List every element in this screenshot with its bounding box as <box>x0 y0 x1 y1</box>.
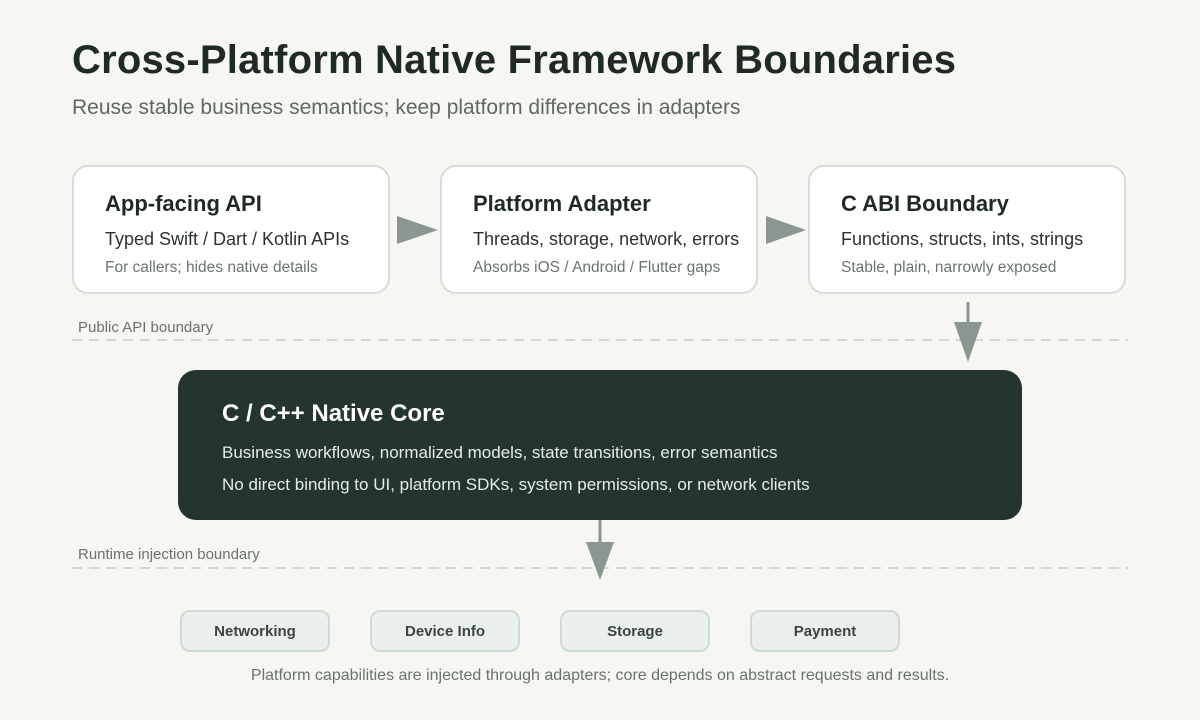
arrow-abi-to-core <box>954 302 982 362</box>
arrow-core-to-capabilities <box>586 520 614 580</box>
layer-platform-adapter: Platform Adapter Threads, storage, netwo… <box>440 165 758 294</box>
layer-title: App-facing API <box>105 191 262 216</box>
core-title: C / C++ Native Core <box>222 400 445 427</box>
layer-note: Absorbs iOS / Android / Flutter gaps <box>473 259 721 276</box>
layer-app-facing-api: App-facing API Typed Swift / Dart / Kotl… <box>72 165 390 294</box>
layer-note: Stable, plain, narrowly exposed <box>841 259 1057 276</box>
layer-description: Typed Swift / Dart / Kotlin APIs <box>105 229 350 249</box>
layer-title: Platform Adapter <box>473 191 651 216</box>
arrow-api-to-adapter <box>397 216 438 244</box>
footer-note: Platform capabilities are injected throu… <box>250 667 950 684</box>
core-responsibilities: Business workflows, normalized models, s… <box>222 443 778 462</box>
layer-note: For callers; hides native details <box>105 259 318 276</box>
core-constraints: No direct binding to UI, platform SDKs, … <box>222 475 810 494</box>
layer-c-abi-boundary: C ABI Boundary Functions, structs, ints,… <box>808 165 1126 294</box>
native-core-block: C / C++ Native Core Business workflows, … <box>178 370 1022 520</box>
layer-description: Threads, storage, network, errors <box>473 229 740 249</box>
capability-storage: Storage <box>560 610 710 652</box>
capability-device-info: Device Info <box>370 610 520 652</box>
public-api-boundary-label: Public API boundary <box>78 319 214 336</box>
capability-payment: Payment <box>750 610 900 652</box>
capability-networking: Networking <box>180 610 330 652</box>
arrow-adapter-to-abi <box>766 216 806 244</box>
layer-title: C ABI Boundary <box>841 191 1009 216</box>
layer-description: Functions, structs, ints, strings <box>841 229 1084 249</box>
runtime-injection-boundary-label: Runtime injection boundary <box>78 546 260 563</box>
